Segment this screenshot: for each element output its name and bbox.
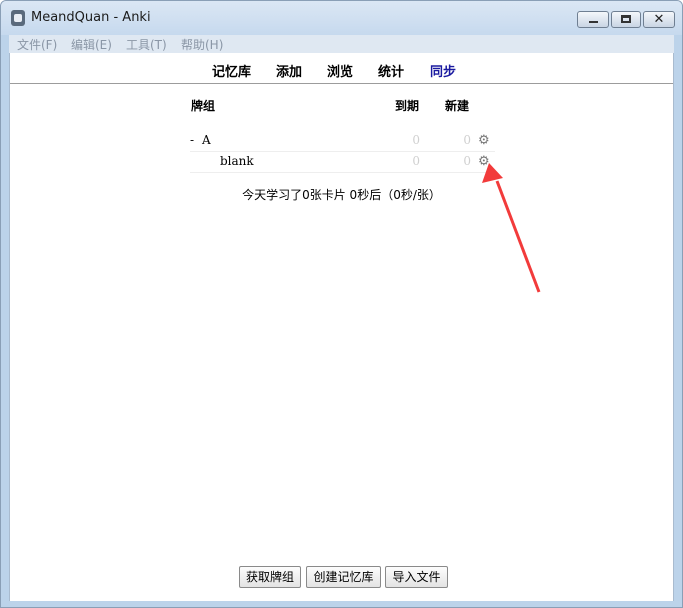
anki-main-window: MeandQuan - Anki ✕ 文件(F) 编辑(E) 工具(T) 帮助(… xyxy=(0,0,683,608)
arrow-head xyxy=(482,163,503,183)
annotation-arrow xyxy=(482,163,541,293)
arrow-shaft xyxy=(495,180,541,293)
